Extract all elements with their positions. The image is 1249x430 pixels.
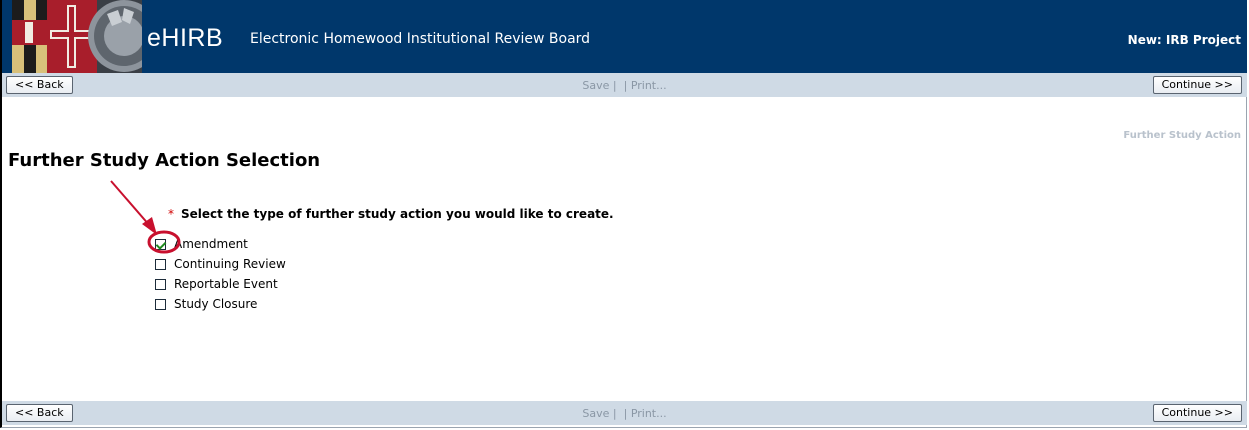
toolbar-actions-bottom: Save | | Print... [2,407,1247,420]
breadcrumb: Further Study Action [1123,130,1241,141]
action-options-list: Amendment Continuing Review Reportable E… [155,234,286,314]
save-link-bottom[interactable]: Save [582,407,609,420]
amendment-checkbox[interactable] [155,238,166,250]
reportable-event-checkbox[interactable] [155,278,166,290]
print-link[interactable]: Print... [631,79,667,92]
required-marker: * [168,207,174,221]
option-label: Reportable Event [174,277,278,291]
option-label: Amendment [174,237,248,251]
study-closure-checkbox[interactable] [155,298,166,310]
question-text: Select the type of further study action … [181,207,614,221]
top-toolbar: << Back Save | | Print... Continue >> [2,73,1247,97]
app-header: eHIRB Electronic Homewood Institutional … [2,0,1247,73]
separator: | | [612,79,631,92]
print-link-bottom[interactable]: Print... [631,407,667,420]
continuing-review-checkbox[interactable] [155,258,166,270]
save-link[interactable]: Save [582,79,609,92]
app-brand: eHIRB [147,24,224,52]
university-seal-logo [12,0,142,73]
continue-button-bottom[interactable]: Continue >> [1152,404,1242,422]
separator: | | [612,407,631,420]
project-status: New: IRB Project [1127,33,1241,47]
continue-button[interactable]: Continue >> [1152,76,1242,94]
bottom-toolbar: << Back Save | | Print... Continue >> [2,401,1247,425]
toolbar-actions: Save | | Print... [2,79,1247,92]
app-subtitle: Electronic Homewood Institutional Review… [250,31,591,47]
question-label: * Select the type of further study action… [168,207,614,221]
option-continuing-review[interactable]: Continuing Review [155,254,286,274]
option-reportable-event[interactable]: Reportable Event [155,274,286,294]
option-label: Study Closure [174,297,258,311]
option-label: Continuing Review [174,257,286,271]
page-title: Further Study Action Selection [8,150,321,171]
option-amendment[interactable]: Amendment [155,234,286,254]
option-study-closure[interactable]: Study Closure [155,294,286,314]
